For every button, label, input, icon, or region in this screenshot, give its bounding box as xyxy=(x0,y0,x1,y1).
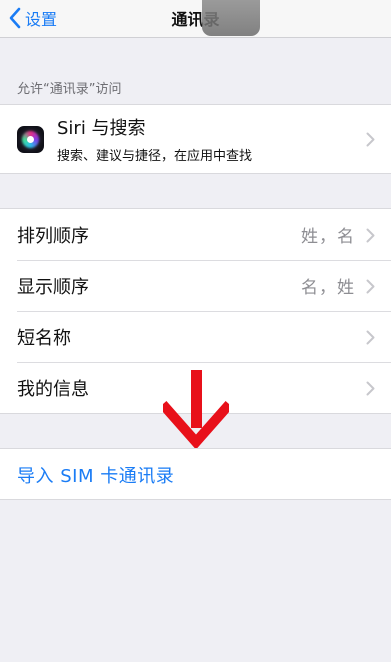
display-order-label: 显示顺序 xyxy=(17,276,89,298)
siri-group: Siri 与搜索 搜索、建议与捷径，在应用中查找 xyxy=(0,104,391,174)
short-name-row[interactable]: 短名称 xyxy=(0,311,391,362)
import-sim-contacts-button[interactable]: 导入 SIM 卡通讯录 xyxy=(0,449,391,501)
screen-overlay-square xyxy=(202,0,260,36)
section-header-access: 允许“通讯录”访问 xyxy=(17,82,122,97)
chevron-right-icon xyxy=(366,132,375,147)
my-info-label: 我的信息 xyxy=(17,378,89,400)
display-order-value: 名，姓 xyxy=(301,278,355,298)
red-down-arrow-annotation xyxy=(163,370,229,448)
chevron-right-icon xyxy=(366,279,375,293)
page-title: 通讯录 xyxy=(171,10,220,29)
sort-order-row[interactable]: 排列顺序 姓，名 xyxy=(0,209,391,260)
sort-order-label: 排列顺序 xyxy=(17,225,89,247)
siri-icon xyxy=(17,125,44,153)
siri-title: Siri 与搜索 xyxy=(57,118,146,139)
chevron-right-icon xyxy=(366,228,375,242)
import-sim-group: 导入 SIM 卡通讯录 xyxy=(0,448,391,500)
chevron-right-icon xyxy=(366,381,375,395)
navigation-bar: 设置 通讯录 xyxy=(0,0,391,38)
display-order-row[interactable]: 显示顺序 名，姓 xyxy=(0,260,391,311)
import-sim-contacts-label: 导入 SIM 卡通讯录 xyxy=(17,466,175,487)
siri-subtitle: 搜索、建议与捷径，在应用中查找 xyxy=(57,149,253,164)
siri-and-search-row[interactable]: Siri 与搜索 搜索、建议与捷径，在应用中查找 xyxy=(0,105,391,173)
sort-order-value: 姓，名 xyxy=(301,227,355,247)
short-name-label: 短名称 xyxy=(17,327,71,349)
chevron-right-icon xyxy=(366,330,375,344)
